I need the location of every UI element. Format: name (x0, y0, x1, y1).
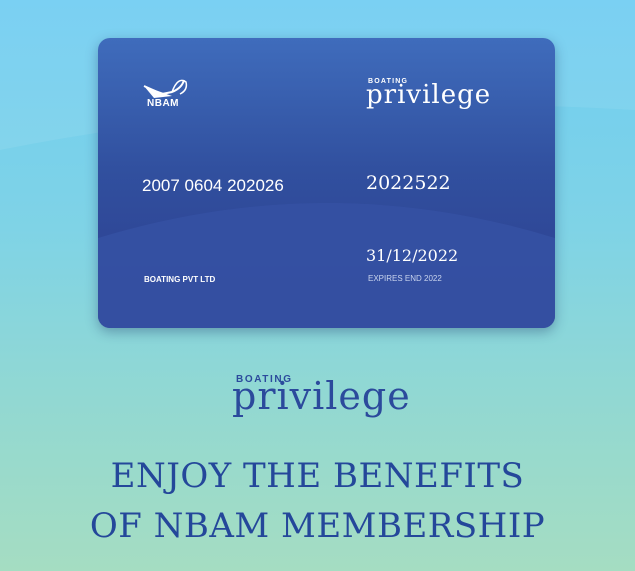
headline-line-1: ENJOY THE BENEFITS (110, 456, 525, 496)
card-brand-big: privilege (366, 80, 492, 110)
member-id: 2022522 (366, 172, 451, 194)
brand-logo: BOATING privilege (230, 360, 430, 420)
expiry-date: 31/12/2022 (366, 246, 459, 265)
company-name: BOATING PVT LTD (144, 275, 216, 284)
card-number: 2007 0604 202026 (142, 176, 284, 195)
brand-logo-big: privilege (232, 374, 411, 418)
membership-card: NBAM BOATING privilege 2007 0604 202026 … (98, 38, 555, 328)
nbam-logo-text: NBAM (147, 98, 179, 109)
expiry-label: EXPIRES END 2022 (368, 274, 442, 283)
headline-line-2: OF NBAM MEMBERSHIP (89, 506, 546, 546)
